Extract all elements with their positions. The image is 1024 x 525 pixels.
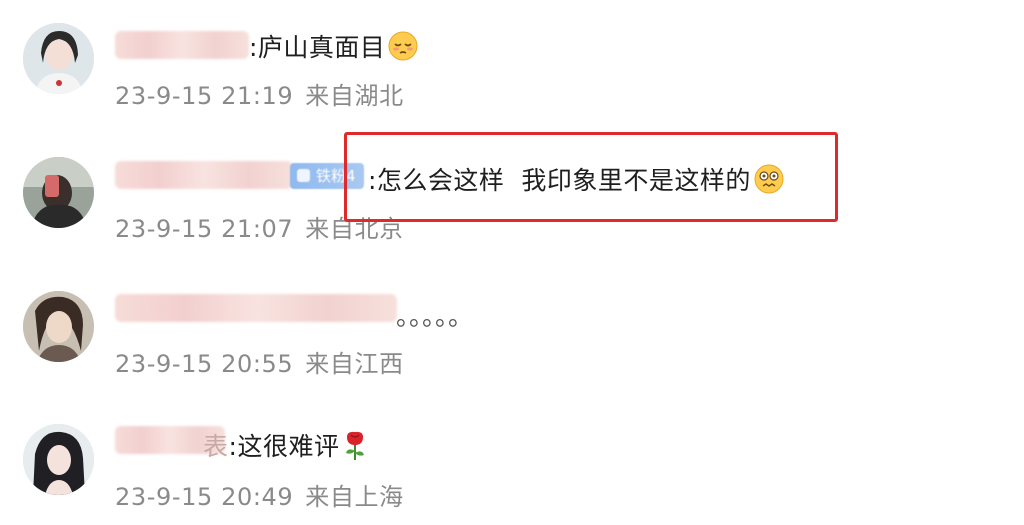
- avatar[interactable]: [23, 23, 94, 94]
- blurred-username: [115, 161, 293, 189]
- comment-meta: 23-9-15 20:49 来自上海: [115, 477, 404, 512]
- comment-text: 表:这很难评: [203, 427, 369, 467]
- comment-date: 23-9-15 21:07: [115, 215, 294, 243]
- comment-text: 。。。。。: [396, 297, 474, 333]
- badge-icon: [297, 169, 310, 182]
- comment-date: 23-9-15 21:19: [115, 82, 294, 110]
- comment-location: 来自江西: [305, 350, 404, 378]
- comment-item: 表:这很难评 23-9-15 20:49 来自上海: [0, 405, 1024, 525]
- comment-location: 来自上海: [305, 483, 404, 511]
- comment-meta: 23-9-15 21:19 来自湖北: [115, 76, 404, 111]
- avatar[interactable]: [23, 424, 94, 495]
- rose-emoji-icon: [341, 429, 369, 467]
- comment-meta: 23-9-15 20:55 来自江西: [115, 344, 404, 379]
- comment-item: :庐山真面目 23-9-15 21:19 来自湖北: [0, 0, 1024, 120]
- comment-text: :庐山真面目: [249, 28, 419, 68]
- comment-text-content: :庐山真面目: [249, 33, 386, 62]
- sleepy-face-emoji-icon: [387, 30, 419, 68]
- comment-location: 来自湖北: [305, 82, 404, 110]
- comment-text-suffix: 表: [203, 432, 229, 461]
- blurred-username: [115, 294, 397, 322]
- comment-text-content: 。。。。。: [396, 302, 474, 331]
- blurred-username: [115, 31, 249, 59]
- avatar[interactable]: [23, 157, 94, 228]
- comment-date: 23-9-15 20:49: [115, 483, 294, 511]
- comment-item: 。。。。。 23-9-15 20:55 来自江西: [0, 270, 1024, 390]
- comment-date: 23-9-15 20:55: [115, 350, 294, 378]
- comment-text-content: :这很难评: [228, 432, 340, 461]
- avatar[interactable]: [23, 291, 94, 362]
- highlight-box: [344, 132, 838, 222]
